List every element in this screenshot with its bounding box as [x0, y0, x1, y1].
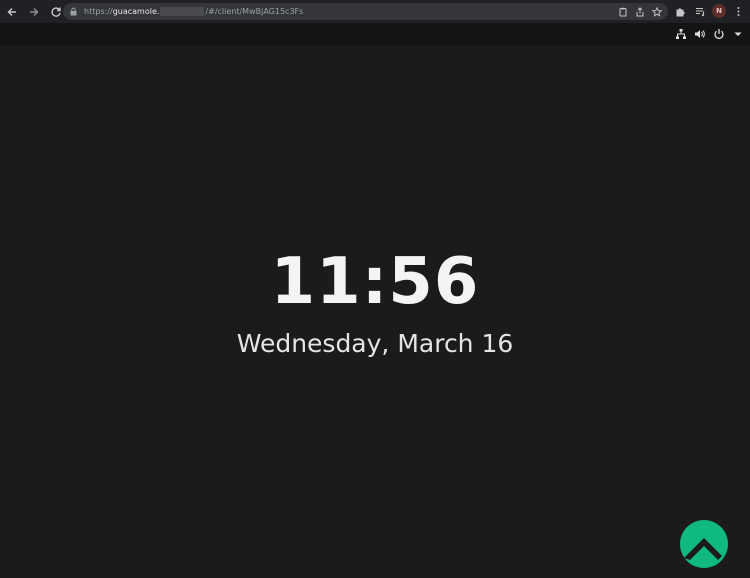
address-bar[interactable]: https://guacamole. /#/client/MwBjAG15c3Fs: [63, 3, 668, 20]
browser-menu-button[interactable]: [730, 2, 746, 20]
volume-icon: [695, 30, 705, 38]
extensions-button[interactable]: [672, 2, 688, 20]
reload-icon: [51, 6, 61, 17]
arrow-right-icon: [30, 7, 39, 16]
network-status[interactable]: [675, 28, 687, 40]
media-list-icon: [695, 7, 704, 16]
media-button[interactable]: [692, 2, 708, 20]
system-top-bar: [0, 23, 750, 45]
kebab-menu-icon: [737, 6, 739, 16]
network-icon: [676, 29, 686, 39]
lock-icon[interactable]: [69, 7, 78, 16]
power-icon: [714, 29, 724, 40]
url-path: /#/client/MwBjAG15c3Fs: [205, 7, 304, 16]
browser-toolbar: https://guacamole. /#/client/MwBjAG15c3Fs…: [0, 0, 750, 23]
volume-status[interactable]: [694, 28, 706, 40]
clock-date: Wednesday, March 16: [236, 329, 514, 358]
star-icon: [652, 6, 662, 17]
clipboard-icon: [619, 7, 627, 16]
rocky-linux-logo: [680, 520, 728, 568]
caret-down-icon: [734, 32, 742, 36]
arrow-left-icon: [7, 7, 16, 16]
url-scheme: https://: [84, 7, 113, 16]
omnibox-actions: [616, 5, 664, 18]
share-button[interactable]: [633, 5, 647, 18]
bookmark-button[interactable]: [650, 5, 664, 18]
system-menu-dropdown[interactable]: [732, 28, 744, 40]
clock-time: 11:56: [270, 245, 480, 319]
forward-button[interactable]: [24, 2, 44, 22]
browser-actions: N: [672, 2, 746, 20]
url-host: guacamole.: [112, 7, 160, 16]
profile-avatar[interactable]: N: [712, 4, 726, 18]
system-status-area[interactable]: [675, 28, 744, 40]
puzzle-icon: [676, 7, 685, 16]
back-button[interactable]: [2, 2, 22, 22]
share-icon: [636, 6, 644, 16]
clipboard-button[interactable]: [616, 5, 630, 18]
power-status[interactable]: [713, 28, 725, 40]
redacted-domain: [160, 7, 205, 16]
lock-screen[interactable]: 11:56 Wednesday, March 16: [0, 45, 750, 578]
